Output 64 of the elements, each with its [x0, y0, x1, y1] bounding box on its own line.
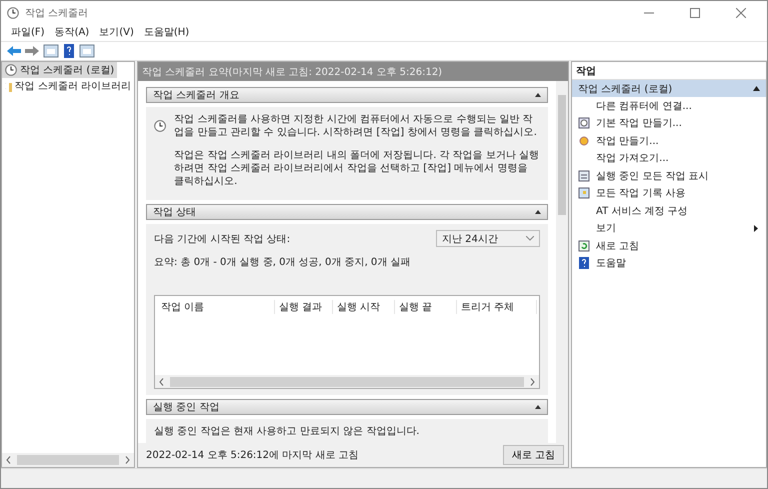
description-text: 실행 중인 작업은 현재 사용하고 만료되지 않은 작업입니다. [154, 425, 420, 438]
tree-item[interactable]: 작업 스케줄러 라이브러리 [2, 78, 134, 94]
action-item[interactable]: 기본 작업 만들기... [572, 114, 766, 132]
action-item[interactable]: 작업 가져오기... [572, 150, 766, 167]
menu-item[interactable]: 보기(V) [99, 25, 134, 41]
panel-icon[interactable] [43, 44, 59, 58]
calendar-icon [578, 117, 590, 130]
scroll-right-icon[interactable] [125, 456, 130, 464]
maximize-icon[interactable] [690, 8, 700, 18]
action-item[interactable]: 작업 만들기... [572, 132, 766, 150]
action-item[interactable]: 다른 컴퓨터에 연결... [572, 97, 766, 114]
menu-item[interactable]: 동작(A) [54, 25, 90, 41]
description-text: 작업 스케줄러를 사용하면 지정한 시간에 컴퓨터에서 자동으로 수행되는 일반 작업을 만들고 관리할 수 있습니다. 시작하려면 [작업] 창에서 명령을 클릭하십시오. [174, 113, 538, 139]
action-item[interactable]: 새로 고침 [572, 237, 766, 254]
tree-item[interactable]: 작업 스케줄러 (로컬) [2, 62, 118, 78]
refresh-button[interactable]: 새로 고침 [502, 445, 564, 465]
scroll-right-icon[interactable] [530, 378, 535, 386]
column-header[interactable]: 실행 결과 [275, 300, 333, 314]
collapse-icon[interactable] [535, 403, 541, 411]
column-header[interactable]: 트리거 주체 [457, 300, 537, 314]
collapse-icon[interactable] [535, 208, 541, 216]
refresh-icon [578, 240, 590, 252]
description-text: 작업은 작업 스케줄러 라이브러리 내의 폴더에 저장됩니다. 각 작업을 보거나 실행하려면 작업 스케줄러 라이브러리에서 작업을 선택하고 [작업] 메뉴에서 명령을 클릭하십시오. [174, 149, 540, 188]
column-header[interactable]: 실행 끝 [395, 300, 457, 314]
summary-text: 요약: 총 0개 - 0개 실행 중, 0개 성공, 0개 중지, 0개 실패 [154, 256, 412, 269]
folder-icon [9, 80, 12, 92]
collapse-icon[interactable] [535, 91, 541, 99]
column-header[interactable]: 실행 시작 [333, 300, 395, 314]
close-icon[interactable] [736, 8, 746, 18]
panel-icon[interactable] [79, 44, 95, 58]
menu-item[interactable]: 도움말(H) [144, 25, 190, 41]
clock-icon [5, 64, 17, 76]
actions-group-header[interactable]: 작업 스케줄러 (로컬) [572, 80, 766, 97]
action-item[interactable]: 도움말 [572, 254, 766, 272]
summary-header: 작업 스케줄러 요약(마지막 새로 고침: 2022-02-14 오후 5:26:12) [138, 62, 568, 81]
dropdown-caret-icon[interactable] [526, 236, 534, 241]
menu-item[interactable]: 파일(F) [11, 25, 45, 41]
period-dropdown[interactable]: 지난 24시간 [436, 230, 540, 247]
scrollbar-thumb[interactable] [170, 376, 524, 386]
section-header[interactable]: 작업 상태 [146, 204, 548, 220]
section-header[interactable]: 작업 스케줄러 개요 [146, 87, 548, 103]
column-header[interactable]: 작업 이름 [157, 300, 275, 314]
window-title: 작업 스케줄러 [25, 7, 90, 20]
help-icon [578, 257, 590, 270]
period-label: 다음 기간에 시작된 작업 상태: [154, 232, 290, 246]
action-item[interactable]: 모든 작업 기록 사용 [572, 184, 766, 202]
document-icon [578, 187, 590, 200]
help-icon[interactable] [63, 44, 75, 58]
action-item[interactable]: 보기 [572, 220, 766, 237]
action-item[interactable]: AT 서비스 계정 구성 [572, 202, 766, 220]
submenu-arrow-icon [754, 224, 758, 232]
refresh-time-text: 2022-02-14 오후 5:26:12에 마지막 새로 고침 [146, 449, 359, 462]
forward-arrow-icon[interactable] [25, 46, 39, 56]
app-icon [7, 7, 19, 19]
clock-icon [578, 134, 590, 147]
scroll-left-icon[interactable] [6, 456, 11, 464]
scroll-left-icon[interactable] [159, 378, 164, 386]
list-icon [578, 170, 590, 182]
section-header[interactable]: 실행 중인 작업 [146, 399, 548, 415]
scrollbar-thumb[interactable] [17, 455, 119, 465]
action-item[interactable]: 실행 중인 모든 작업 표시 [572, 167, 766, 184]
collapse-icon[interactable] [753, 86, 760, 91]
vertical-scrollbar[interactable] [556, 81, 568, 443]
back-arrow-icon[interactable] [7, 46, 21, 56]
